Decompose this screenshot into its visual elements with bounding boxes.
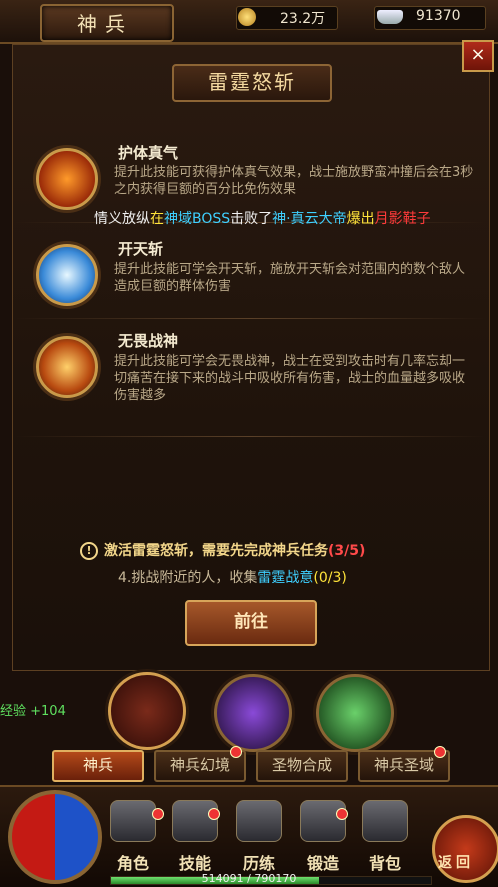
skill-title: 雷霆怒斩: [172, 64, 332, 102]
notification-dot: [208, 808, 220, 820]
skill-name: 无畏战神: [118, 332, 179, 350]
skill-name: 开天斩: [118, 240, 164, 258]
notification-dot: [230, 746, 242, 758]
page-title: 神兵: [77, 12, 133, 36]
armor-icon: [110, 800, 156, 842]
chat-broadcast: 情义放纵在神域BOSS击败了神·真云大帝爆出月影鞋子: [94, 211, 431, 227]
ice-blade-icon[interactable]: [36, 244, 98, 306]
quest-task: 4.挑战附近的人，收集雷霆战意(0/3): [118, 570, 347, 586]
nav-training[interactable]: 历练: [232, 800, 286, 880]
hammer-icon: [300, 800, 346, 842]
close-button[interactable]: ×: [462, 40, 494, 72]
coin-amount: 23.2万: [280, 11, 326, 27]
ingot-icon: [377, 10, 403, 24]
notification-dot: [434, 746, 446, 758]
divider: [14, 436, 486, 437]
exp-gain: 经验 +104: [0, 704, 66, 719]
ingot-amount: 91370: [416, 8, 461, 24]
helmet-icon: [236, 800, 282, 842]
nav-bag[interactable]: 背包: [358, 800, 412, 880]
go-button[interactable]: 前往: [185, 600, 317, 646]
weapon-orb-fan[interactable]: [316, 674, 394, 752]
skill-desc: 提升此技能可获得护体真气效果，战士施放野蛮冲撞后会在3秒之内获得巨额的百分比免伤…: [114, 165, 474, 197]
coin-icon: [238, 8, 256, 26]
flame-warrior-icon[interactable]: [36, 336, 98, 398]
skill-desc: 提升此技能可学会开天斩，施放开天斩会对范围内的数个敌人造成巨额的群体伤害: [114, 262, 466, 294]
divider: [14, 318, 486, 319]
backpack-icon: [362, 800, 408, 842]
weapon-orb-spear[interactable]: [214, 674, 292, 752]
book-icon: [172, 800, 218, 842]
skill-desc: 提升此技能可学会无畏战神，战士在受到攻击时有几率忘却一切痛苦在接下来的战斗中吸收…: [114, 354, 466, 403]
activation-requirement: ! 激活雷霆怒斩，需要先完成神兵任务(3/5): [80, 540, 365, 560]
warning-icon: !: [80, 542, 98, 560]
tab-shengwu-hecheng[interactable]: 圣物合成: [256, 750, 348, 782]
weapon-orb-warrior[interactable]: [108, 672, 186, 750]
yinyang-orb-icon[interactable]: [8, 790, 102, 884]
notification-dot: [152, 808, 164, 820]
exp-text: 514091 / 790170: [201, 872, 297, 885]
skill-name: 护体真气: [118, 144, 179, 162]
notification-dot: [336, 808, 348, 820]
back-label: 返回: [438, 855, 474, 871]
running-man-fire-icon[interactable]: [36, 148, 98, 210]
tab-shenbing[interactable]: 神兵: [52, 750, 144, 782]
